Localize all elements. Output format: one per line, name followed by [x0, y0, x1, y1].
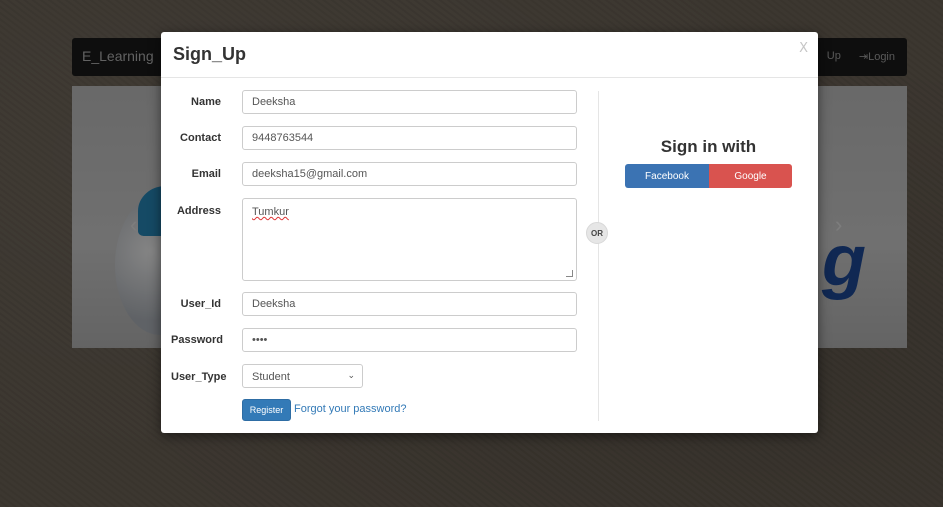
register-button[interactable]: Register [242, 399, 291, 421]
user-id-label: User_Id [180, 298, 221, 310]
resize-grip-icon[interactable] [566, 270, 573, 277]
address-label: Address [176, 205, 221, 217]
name-input[interactable] [242, 90, 577, 114]
close-button[interactable]: X [799, 41, 808, 56]
forgot-password-link[interactable]: Forgot your password? [294, 403, 407, 415]
user-type-value: Student [252, 371, 290, 383]
contact-input[interactable] [242, 126, 577, 150]
password-label: Password [171, 334, 223, 346]
signin-with-title: Sign in with [660, 137, 757, 156]
modal-title: Sign_Up [173, 44, 247, 64]
chevron-down-icon: ⌄ [347, 370, 355, 380]
email-input[interactable] [242, 162, 577, 186]
or-badge: OR [586, 222, 608, 244]
address-textarea[interactable]: Tumkur [242, 198, 577, 281]
name-label: Name [191, 96, 221, 108]
facebook-button[interactable]: Facebook [625, 164, 709, 188]
vertical-divider [598, 91, 599, 421]
user-type-select[interactable]: Student ⌄ [242, 364, 363, 388]
user-type-label: User_Type [171, 371, 227, 383]
password-input[interactable] [242, 328, 577, 352]
email-label: Email [191, 168, 221, 180]
address-text: Tumkur [252, 206, 289, 218]
modal-header: Sign_Up X [161, 32, 818, 78]
google-button[interactable]: Google [709, 164, 792, 188]
contact-label: Contact [180, 132, 221, 144]
user-id-input[interactable] [242, 292, 577, 316]
signup-modal: Sign_Up X Name Contact Email Address Tum… [161, 32, 818, 433]
